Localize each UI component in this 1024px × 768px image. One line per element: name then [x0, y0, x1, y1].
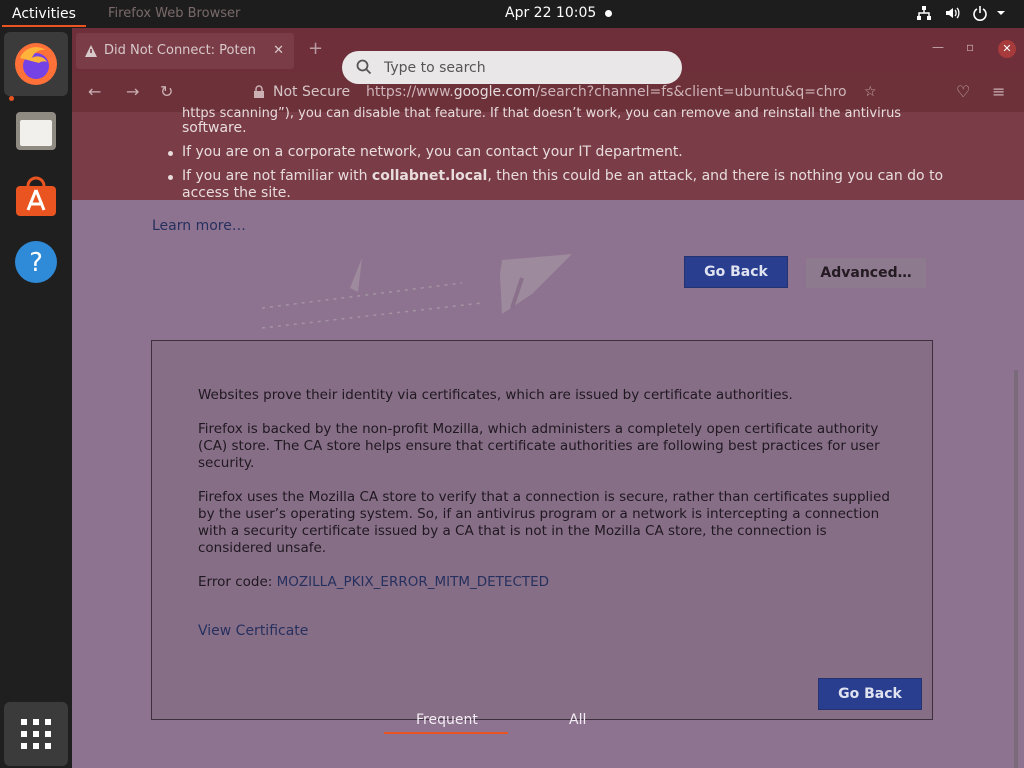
tab-frequent-underline: [384, 732, 508, 734]
search-input[interactable]: [384, 51, 664, 84]
bullet-text: If you are not familiar with: [182, 168, 372, 184]
maximize-icon[interactable]: ▫: [966, 40, 974, 54]
bullet-text: , then this could be an attack, and ther…: [487, 168, 944, 184]
dock-files[interactable]: [4, 98, 68, 162]
close-icon[interactable]: ✕: [273, 33, 284, 69]
url-domain: google.com: [453, 84, 536, 100]
tab-all[interactable]: All: [569, 712, 586, 728]
minimize-icon[interactable]: —: [932, 40, 944, 54]
bullet: [168, 175, 173, 180]
power-icon[interactable]: [972, 5, 988, 21]
top-bar: Activities Firefox Web Browser Apr 22 10…: [0, 0, 1024, 28]
svg-text:?: ?: [29, 248, 43, 278]
software-store-icon: [16, 176, 56, 216]
banner-partial-2: software.: [182, 120, 247, 136]
menu-icon[interactable]: ≡: [992, 82, 1005, 101]
app-menu[interactable]: Firefox Web Browser: [108, 6, 240, 21]
search-icon: [356, 59, 372, 75]
adv-paragraph-2: Firefox is backed by the non-profit Mozi…: [198, 421, 880, 471]
reload-icon[interactable]: ↻: [160, 82, 173, 101]
clock[interactable]: Apr 22 10:05: [505, 5, 596, 21]
grid-icon: [21, 719, 51, 749]
bullet-attack: If you are not familiar with collabnet.l…: [182, 168, 943, 184]
activities-button[interactable]: Activities: [0, 0, 86, 28]
error-code-link[interactable]: MOZILLA_PKIX_ERROR_MITM_DETECTED: [277, 574, 549, 590]
bullet-attack-cont: access the site.: [182, 185, 291, 201]
advanced-button[interactable]: Advanced…: [806, 258, 926, 288]
adv-paragraph-1: Websites prove their identity via certif…: [198, 387, 793, 403]
firefox-icon: [15, 43, 57, 85]
url-prefix: https://www.: [366, 84, 454, 100]
go-back-bottom-button[interactable]: Go Back: [818, 678, 922, 710]
bookmark-star-icon[interactable]: ☆: [864, 78, 877, 106]
tab-current[interactable]: Did Not Connect: Poten ✕: [76, 33, 294, 69]
lock-warning-icon: [254, 85, 264, 98]
tab-frequent[interactable]: Frequent: [416, 712, 478, 728]
error-details-list: https scanning”), you can disable that f…: [72, 106, 1024, 201]
tab-title: Did Not Connect: Poten: [104, 43, 256, 58]
url-suffix: /search?channel=fs&client=ubuntu&q=chro: [535, 84, 847, 100]
error-code-line: Error code: MOZILLA_PKIX_ERROR_MITM_DETE…: [198, 574, 898, 591]
scrollbar[interactable]: [1014, 370, 1018, 768]
pocket-icon[interactable]: ♡: [956, 82, 970, 101]
error-code-label: Error code:: [198, 574, 277, 590]
go-back-button[interactable]: Go Back: [684, 256, 788, 288]
learn-more-link[interactable]: Learn more…: [152, 218, 246, 234]
banner-partial: https scanning”), you can disable that f…: [182, 106, 902, 121]
host-name: collabnet.local: [371, 168, 488, 184]
files-icon: [16, 112, 56, 150]
dock-software[interactable]: [4, 164, 68, 228]
activities-underline: [2, 25, 86, 27]
back-icon[interactable]: ←: [88, 82, 101, 101]
network-icon[interactable]: [916, 5, 932, 21]
security-label[interactable]: Not Secure: [273, 78, 350, 106]
view-certificate-link[interactable]: View Certificate: [198, 623, 308, 639]
bullet-corporate: If you are on a corporate network, you c…: [182, 144, 683, 160]
workspace-overview: Did Not Connect: Poten ✕ + — ▫ ✕ ← → ↻ N…: [72, 28, 1024, 768]
notification-dot: [605, 10, 612, 17]
firefox-window[interactable]: Did Not Connect: Poten ✕ + — ▫ ✕ ← → ↻ N…: [72, 28, 1024, 768]
new-tab-icon[interactable]: +: [308, 38, 323, 59]
dock: ?: [0, 28, 72, 768]
help-icon: ?: [15, 241, 57, 283]
volume-icon[interactable]: [944, 5, 960, 21]
adv-paragraph-3: Firefox uses the Mozilla CA store to ver…: [198, 489, 890, 556]
chevron-down-icon[interactable]: [996, 8, 1006, 18]
window-close-icon[interactable]: ✕: [998, 40, 1016, 58]
app-view-tabs: Frequent All: [384, 708, 608, 738]
forward-icon[interactable]: →: [126, 82, 139, 101]
bullet: [168, 151, 173, 156]
advanced-panel: Websites prove their identity via certif…: [151, 340, 933, 720]
dock-firefox[interactable]: [4, 32, 68, 101]
search-field[interactable]: [342, 51, 682, 84]
warning-icon: [85, 45, 97, 57]
dock-help[interactable]: ?: [4, 230, 68, 294]
show-applications-button[interactable]: [4, 702, 68, 766]
